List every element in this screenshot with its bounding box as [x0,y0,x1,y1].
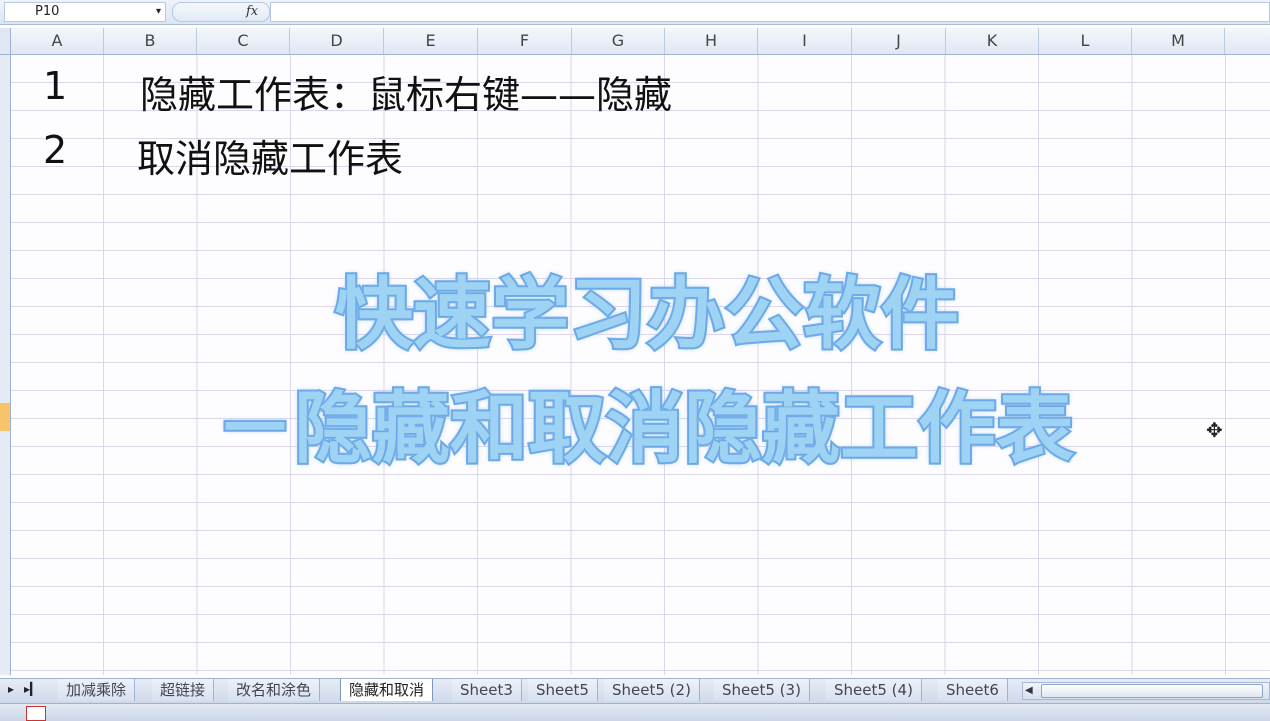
column-header-j[interactable]: J [852,28,946,54]
formula-input[interactable] [270,2,1270,22]
sheet-tab[interactable]: 加减乘除 [58,679,136,701]
sheet-tab[interactable]: Sheet3 [452,679,522,701]
row-headers[interactable] [0,55,11,675]
sheet-tab[interactable]: Sheet5 [528,679,598,701]
chevron-down-icon[interactable]: ▾ [156,3,161,21]
column-headers: A B C D E F G H I J K L M [0,28,1270,55]
horizontal-scrollbar[interactable]: ◀ [1022,682,1270,700]
column-header-g[interactable]: G [572,28,665,54]
column-header-b[interactable]: B [104,28,197,54]
cell-a2[interactable]: 2 [43,128,67,172]
column-header-a[interactable]: A [11,28,104,54]
sheet-tab[interactable]: Sheet5 (2) [604,679,700,701]
sheet-tabs-bar: ▸ ▸▎ 加减乘除 超链接 改名和涂色 隐藏和取消 Sheet3 Sheet5 … [0,678,1270,703]
sheet-tab[interactable]: 改名和涂色 [228,679,321,701]
column-header-d[interactable]: D [290,28,384,54]
cell-b2[interactable]: 取消隐藏工作表 [137,128,403,183]
macro-record-icon[interactable] [26,706,46,721]
cell-b1[interactable]: 隐藏工作表：鼠标右键——隐藏 [140,64,672,119]
name-box-value: P10 [35,4,60,19]
status-bar [0,703,1270,721]
overlay-title-line1: 快速学习办公软件 [333,268,961,362]
select-all-corner[interactable] [0,28,11,54]
next-sheet-icon[interactable]: ▸ [8,682,14,696]
formula-bar-area: P10 ▾ fx [0,0,1270,25]
scroll-left-icon[interactable]: ◀ [1025,683,1033,699]
column-header-l[interactable]: L [1039,28,1132,54]
sheet-tab[interactable]: Sheet6 [938,679,1008,701]
column-header-c[interactable]: C [197,28,290,54]
column-header-i[interactable]: I [758,28,852,54]
overlay-title-line2: －隐藏和取消隐藏工作表 [214,382,1076,476]
sheet-tab-selected[interactable]: 隐藏和取消 [340,679,434,701]
sheet-tab[interactable]: Sheet5 (3) [714,679,810,701]
column-header-k[interactable]: K [946,28,1039,54]
column-header-m[interactable]: M [1132,28,1225,54]
column-header-e[interactable]: E [384,28,478,54]
scrollbar-thumb[interactable] [1041,684,1263,698]
sheet-tab[interactable]: Sheet5 (4) [826,679,922,701]
move-cursor-icon: ✥ [1206,418,1223,442]
last-sheet-icon[interactable]: ▸▎ [24,682,39,696]
active-row-marker [0,403,10,431]
name-box[interactable]: P10 ▾ [4,2,166,22]
cell-a1[interactable]: 1 [43,64,67,108]
column-header-f[interactable]: F [478,28,572,54]
sheet-tab[interactable]: 超链接 [152,679,215,701]
column-header-h[interactable]: H [665,28,758,54]
fx-icon: fx [246,4,259,19]
insert-function-button[interactable]: fx [172,2,270,22]
